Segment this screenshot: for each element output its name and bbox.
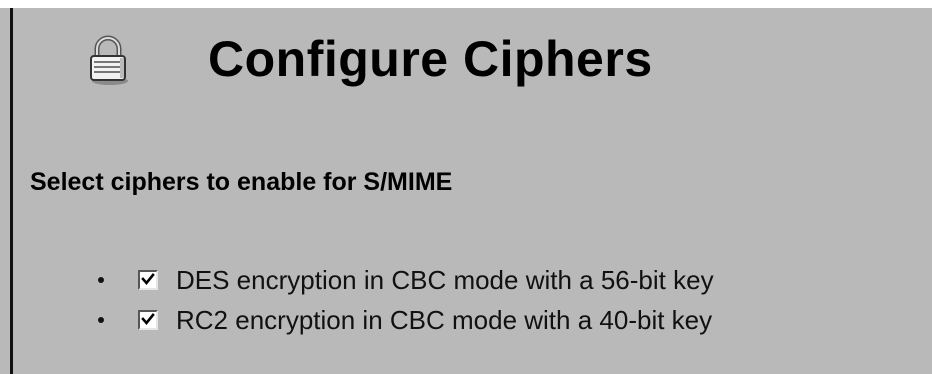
checkmark-icon bbox=[141, 273, 155, 286]
rc2-cipher-checkbox[interactable] bbox=[138, 310, 158, 330]
checkmark-icon bbox=[141, 313, 155, 326]
cipher-item-des: DES encryption in CBC mode with a 56-bit… bbox=[98, 260, 714, 300]
panel-left-border bbox=[10, 8, 13, 374]
rc2-cipher-label[interactable]: RC2 encryption in CBC mode with a 40-bit… bbox=[176, 305, 712, 336]
cipher-item-rc2: RC2 encryption in CBC mode with a 40-bit… bbox=[98, 300, 714, 340]
page-title: Configure Ciphers bbox=[208, 31, 653, 87]
section-heading: Select ciphers to enable for S/MIME bbox=[30, 168, 453, 196]
bullet bbox=[98, 277, 104, 283]
des-cipher-label[interactable]: DES encryption in CBC mode with a 56-bit… bbox=[176, 265, 714, 296]
cipher-list: DES encryption in CBC mode with a 56-bit… bbox=[98, 260, 714, 340]
lock-icon bbox=[80, 31, 136, 87]
page-header: Configure Ciphers bbox=[80, 24, 653, 94]
configure-ciphers-panel: Configure Ciphers Select ciphers to enab… bbox=[0, 8, 932, 374]
bullet bbox=[98, 317, 104, 323]
des-cipher-checkbox[interactable] bbox=[138, 270, 158, 290]
